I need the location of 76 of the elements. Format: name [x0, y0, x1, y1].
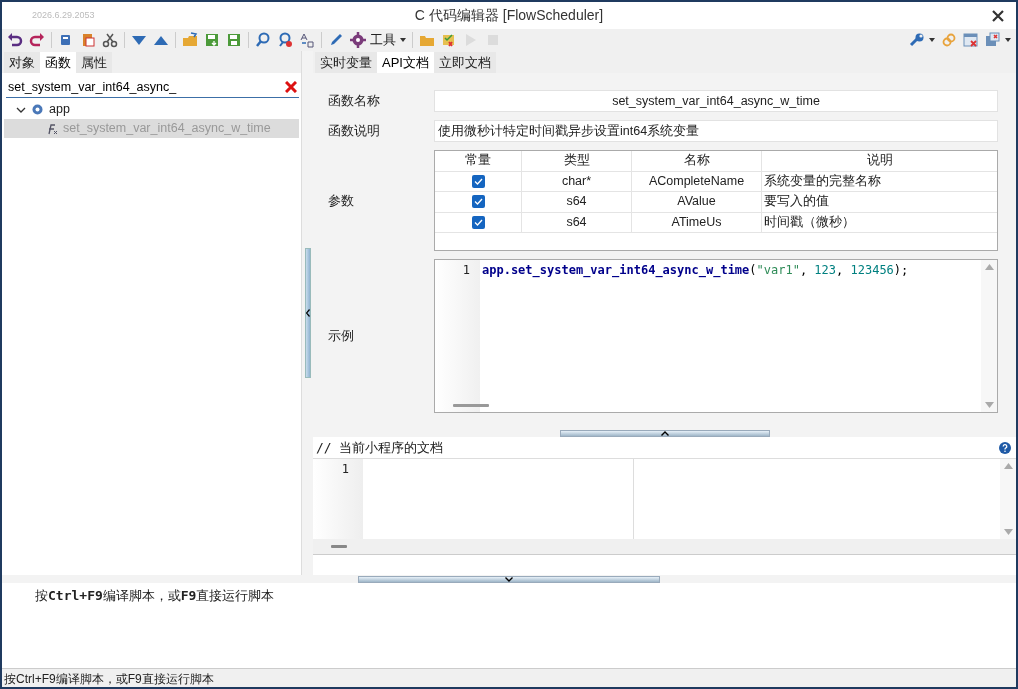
code-editor[interactable]: 1 app.set_system_var_int64_async_w_time("var1", 123, 123456);: [434, 259, 998, 413]
collapse-up-icon: [660, 430, 669, 436]
window-title: C 代码编辑器 [FlowScheduler]: [414, 7, 604, 23]
caret-icon: [400, 38, 406, 42]
field-label: 函数说明: [328, 122, 381, 141]
panel-tab[interactable]: 属性: [76, 52, 112, 73]
function-name-field[interactable]: set_system_var_int64_async_w_time: [434, 90, 998, 112]
column-header: 名称: [632, 151, 762, 171]
link-icon: [941, 32, 957, 48]
checkbox[interactable]: [471, 195, 485, 209]
paste-icon: [80, 32, 96, 48]
column-header: 说明: [865, 152, 894, 170]
windows-icon: [985, 32, 1001, 48]
table-cell-text: 系统变量的完整名称: [763, 172, 882, 190]
table-cell-text: 时间戳（微秒）: [763, 213, 856, 231]
splitter-handle[interactable]: [358, 575, 660, 583]
function-icon: [46, 122, 58, 135]
field-label: 函数名称: [328, 92, 381, 111]
table-cell: s64: [522, 212, 632, 232]
save-icon: [226, 32, 242, 48]
collapse-left-icon: [305, 309, 310, 317]
table-cell: ATimeUs: [632, 212, 762, 232]
panel-tab[interactable]: 对象: [4, 52, 40, 73]
tree-label: app: [49, 101, 70, 119]
panel-tab[interactable]: 实时变量: [315, 52, 377, 73]
tools-menu[interactable]: 工具: [348, 30, 408, 50]
table-cell: ACompleteName: [632, 171, 762, 191]
clear-icon: [285, 81, 297, 93]
column-header: 类型: [522, 151, 632, 171]
field-label: 示例: [328, 327, 355, 346]
scroll-down-icon[interactable]: [1003, 529, 1013, 535]
redo-icon: [29, 32, 45, 48]
checkbox[interactable]: [471, 174, 485, 188]
cut-icon: [102, 32, 118, 48]
search-icon: [255, 32, 271, 48]
close-icon: [992, 9, 1004, 22]
panel-tab[interactable]: API文档: [377, 52, 434, 73]
code-line: app.set_system_var_int64_async_w_time("var1", 123, 123456);: [481, 262, 909, 277]
caret-icon: [929, 38, 935, 42]
splitter-handle[interactable]: [559, 429, 770, 437]
function-description-field[interactable]: 使用微秒计特定时间戳异步设置int64系统变量: [434, 120, 998, 142]
checklist-icon: [441, 32, 457, 48]
tree-item[interactable]: app: [4, 100, 299, 119]
open-folder-icon: [182, 32, 198, 48]
field-label: 参数: [328, 191, 355, 210]
scroll-thumb[interactable]: [453, 403, 489, 407]
table-cell: s64: [522, 192, 632, 212]
module-icon: [32, 104, 43, 115]
save-down-icon: [204, 32, 220, 48]
tree-label: set_system_var_int64_async_w_time: [63, 120, 271, 138]
help-icon[interactable]: [999, 441, 1011, 454]
panel-tab[interactable]: 函数: [40, 52, 76, 73]
pencil-icon: [328, 32, 344, 48]
version-label: 2026.6.29.2053: [32, 8, 95, 22]
message-text: 按Ctrl+F9编译脚本，或F9直接运行脚本: [35, 588, 275, 603]
expand-down-icon: [505, 576, 513, 582]
checkbox[interactable]: [471, 215, 485, 229]
close-window-icon: [963, 32, 979, 48]
undo-icon: [7, 32, 23, 48]
caret-icon: [1005, 38, 1011, 42]
comment-text: // 当前小程序的文档: [316, 438, 444, 457]
scroll-thumb[interactable]: [331, 545, 347, 548]
column-header: 常量: [435, 151, 522, 171]
status-text: 按Ctrl+F9编译脚本，或F9直接运行脚本: [4, 672, 214, 686]
table-cell-text: 要写入的值: [763, 193, 830, 211]
clear-button[interactable]: [283, 81, 299, 93]
close-window-button[interactable]: [961, 30, 981, 50]
find-next-icon: [277, 32, 293, 48]
scroll-up-icon[interactable]: [984, 264, 994, 270]
scroll-up-icon[interactable]: [1003, 463, 1013, 469]
replace-icon: [299, 32, 315, 48]
table-cell: AValue: [632, 192, 762, 212]
scroll-down-icon[interactable]: [984, 402, 994, 408]
splitter-handle[interactable]: [304, 248, 311, 378]
table-cell: char*: [522, 171, 632, 191]
panel-tab[interactable]: 立即文档: [433, 52, 496, 73]
